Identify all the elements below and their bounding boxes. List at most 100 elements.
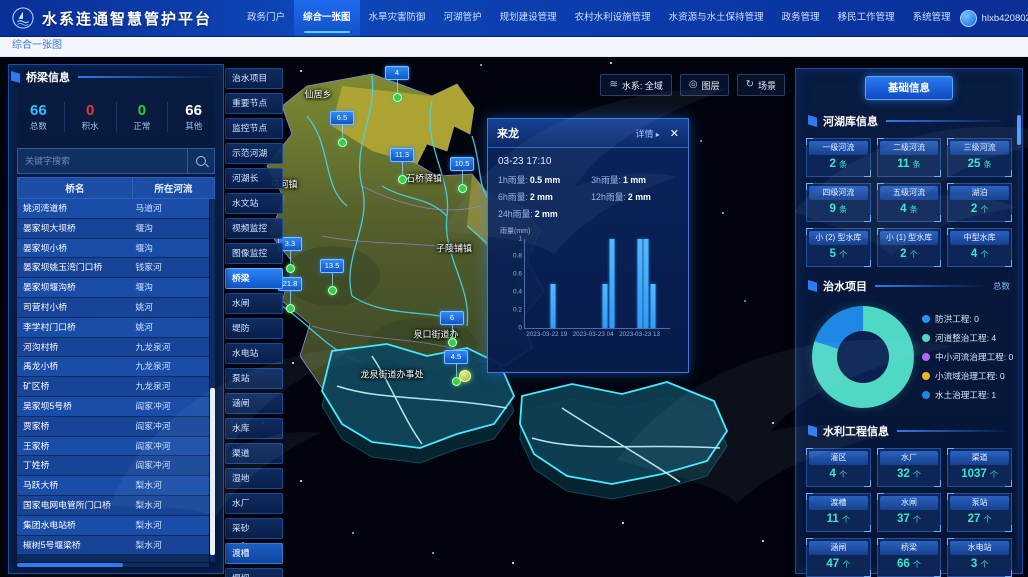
layer-item[interactable]: 渡槽 bbox=[225, 543, 283, 564]
user-menu[interactable]: hlxb42080201 bbox=[960, 9, 1028, 27]
search-input[interactable] bbox=[18, 149, 187, 173]
info-card[interactable]: 五级河流4 条 bbox=[877, 183, 942, 222]
station-marker[interactable]: 6 bbox=[440, 311, 464, 347]
nav-item[interactable]: 系统管理 bbox=[904, 0, 960, 36]
table-row[interactable]: 吴家坝5号桥阎家冲河 bbox=[17, 397, 209, 417]
table-row[interactable]: 姚河湾道桥马道河 bbox=[17, 199, 209, 219]
info-card[interactable]: 水闸37 个 bbox=[877, 493, 942, 532]
layer-item[interactable]: 泵站 bbox=[225, 368, 283, 389]
popup-detail-link[interactable]: 详情 bbox=[636, 127, 660, 140]
breadcrumb[interactable]: 综合一张图 bbox=[0, 36, 1028, 56]
table-row[interactable]: 禹龙小桥九龙泉河 bbox=[17, 357, 209, 377]
table-row[interactable]: 李学村门口桥姚河 bbox=[17, 318, 209, 338]
table-row[interactable]: 王家桥阎家冲河 bbox=[17, 437, 209, 457]
table-row[interactable]: 集团水电站桥梨水河 bbox=[17, 516, 209, 536]
nav-item[interactable]: 规划建设管理 bbox=[491, 0, 566, 36]
projects-total-label[interactable]: 总数 bbox=[993, 280, 1010, 292]
station-marker[interactable]: 11.3 bbox=[390, 148, 414, 184]
layer-item[interactable]: 治水项目 bbox=[225, 68, 283, 89]
stat-label: 总数 bbox=[13, 120, 64, 132]
table-row[interactable]: 矿区桥九龙泉河 bbox=[17, 377, 209, 397]
layer-item[interactable]: 水文站 bbox=[225, 193, 283, 214]
station-marker[interactable]: 4 bbox=[385, 66, 409, 102]
table-row[interactable]: 贾家桥阎家冲河 bbox=[17, 417, 209, 437]
info-card[interactable]: 灌区4 个 bbox=[806, 448, 871, 487]
basic-info-button[interactable]: 基础信息 bbox=[865, 76, 953, 100]
map-canvas[interactable]: 仙居乡马河镇石桥驿镇子陵铺镇泉口街道办龙泉街道办事处46.511.310.53.… bbox=[222, 56, 795, 577]
scrollbar-thumb[interactable] bbox=[17, 563, 123, 567]
layer-item[interactable]: 水电站 bbox=[225, 343, 283, 364]
map-control-button[interactable]: ≋水系: 全域 bbox=[600, 74, 671, 96]
layer-item[interactable]: 渠道 bbox=[225, 443, 283, 464]
nav-item[interactable]: 水旱灾害防御 bbox=[360, 0, 435, 36]
layer-item[interactable]: 视频监控 bbox=[225, 218, 283, 239]
card-label: 五级河流 bbox=[880, 186, 939, 200]
info-card[interactable]: 小 (1) 型水库2 个 bbox=[877, 228, 942, 267]
layer-item[interactable]: 示范河湖 bbox=[225, 143, 283, 164]
table-row[interactable]: 国家电网电管所门口桥梨水河 bbox=[17, 496, 209, 516]
site-pin-icon[interactable] bbox=[459, 370, 471, 382]
layer-item[interactable]: 河湖长 bbox=[225, 168, 283, 189]
info-card[interactable]: 四级河流9 条 bbox=[806, 183, 871, 222]
info-card[interactable]: 湖泊2 个 bbox=[947, 183, 1012, 222]
station-marker[interactable]: 6.5 bbox=[330, 111, 354, 147]
station-marker[interactable]: 13.5 bbox=[320, 259, 344, 295]
map-control-button[interactable]: ↻场景 bbox=[737, 74, 785, 96]
nav-item[interactable]: 农村水利设施管理 bbox=[566, 0, 660, 36]
layer-item[interactable]: 图像监控 bbox=[225, 243, 283, 264]
layer-item[interactable]: 水厂 bbox=[225, 493, 283, 514]
table-row[interactable]: 椒树5号堰梁桥梨水河 bbox=[17, 536, 209, 556]
nav-item[interactable]: 政务门户 bbox=[238, 0, 294, 36]
projects-donut-row: 防洪工程: 0河道整治工程: 4中小河流治理工程: 0小流域治理工程: 0水土治… bbox=[806, 302, 1012, 412]
info-card[interactable]: 渠道1037 个 bbox=[947, 448, 1012, 487]
info-card[interactable]: 小 (2) 型水库5 个 bbox=[806, 228, 871, 267]
col-header-river: 所在河流 bbox=[132, 178, 214, 198]
info-card[interactable]: 水厂32 个 bbox=[877, 448, 942, 487]
layer-item[interactable]: 湿地 bbox=[225, 468, 283, 489]
close-icon[interactable] bbox=[670, 125, 679, 141]
table-horizontal-scrollbar[interactable] bbox=[17, 563, 209, 567]
panel-scrollbar[interactable] bbox=[1017, 107, 1021, 567]
nav-item[interactable]: 综合一张图 bbox=[294, 0, 360, 36]
table-row[interactable]: 司营村小桥姚河 bbox=[17, 298, 209, 318]
nav-item[interactable]: 水资源与水土保持管理 bbox=[660, 0, 773, 36]
search-button[interactable] bbox=[187, 149, 214, 173]
table-row[interactable]: 晏家坝堰沟桥堰沟 bbox=[17, 278, 209, 298]
table-vertical-scrollbar[interactable] bbox=[210, 199, 215, 562]
layer-item[interactable]: 涵闸 bbox=[225, 393, 283, 414]
layer-item[interactable]: 水闸 bbox=[225, 293, 283, 314]
scrollbar-thumb[interactable] bbox=[1017, 115, 1021, 145]
info-card[interactable]: 桥梁66 个 bbox=[877, 538, 942, 577]
table-row[interactable]: 马跃大桥梨水河 bbox=[17, 476, 209, 496]
info-card[interactable]: 涵闸47 个 bbox=[806, 538, 871, 577]
info-card[interactable]: 一级河流2 条 bbox=[806, 138, 871, 177]
info-card[interactable]: 中型水库4 个 bbox=[947, 228, 1012, 267]
table-row[interactable]: 河沟村桥九龙泉河 bbox=[17, 338, 209, 358]
table-row[interactable]: 丁姓桥阎家冲河 bbox=[17, 456, 209, 476]
y-axis-tick: 0 bbox=[518, 325, 522, 332]
cell-river-name: 钱家河 bbox=[128, 258, 209, 277]
layer-item[interactable]: 重要节点 bbox=[225, 93, 283, 114]
info-card[interactable]: 泵站27 个 bbox=[947, 493, 1012, 532]
layer-item[interactable]: 水库 bbox=[225, 418, 283, 439]
map-control-button[interactable]: ◎图层 bbox=[680, 74, 729, 96]
table-row[interactable]: 晏家坝小桥堰沟 bbox=[17, 239, 209, 259]
layer-item[interactable]: 监控节点 bbox=[225, 118, 283, 139]
layer-item[interactable]: 堤防 bbox=[225, 318, 283, 339]
layer-item[interactable]: 堰坝 bbox=[225, 568, 283, 577]
info-card[interactable]: 三级河流25 条 bbox=[947, 138, 1012, 177]
info-card[interactable]: 二级河流11 条 bbox=[877, 138, 942, 177]
info-card[interactable]: 水电站3 个 bbox=[947, 538, 1012, 577]
layer-item[interactable]: 采砂 bbox=[225, 518, 283, 539]
table-row[interactable]: 晏家坝姚玉湾门口桥钱家河 bbox=[17, 258, 209, 278]
bridge-table-body: 姚河湾道桥马道河晏家坝大坝桥堰沟晏家坝小桥堰沟晏家坝姚玉湾门口桥钱家河晏家坝堰沟… bbox=[17, 199, 209, 562]
layer-item[interactable]: 桥梁 bbox=[225, 268, 283, 289]
nav-item[interactable]: 河湖管护 bbox=[435, 0, 491, 36]
station-marker[interactable]: 10.5 bbox=[450, 157, 474, 193]
info-card[interactable]: 渡槽11 个 bbox=[806, 493, 871, 532]
nav-item[interactable]: 移民工作管理 bbox=[829, 0, 904, 36]
table-row[interactable]: 晏家坝大坝桥堰沟 bbox=[17, 219, 209, 239]
scrollbar-thumb[interactable] bbox=[210, 388, 215, 555]
nav-item[interactable]: 政务管理 bbox=[773, 0, 829, 36]
section-divider bbox=[875, 285, 987, 287]
